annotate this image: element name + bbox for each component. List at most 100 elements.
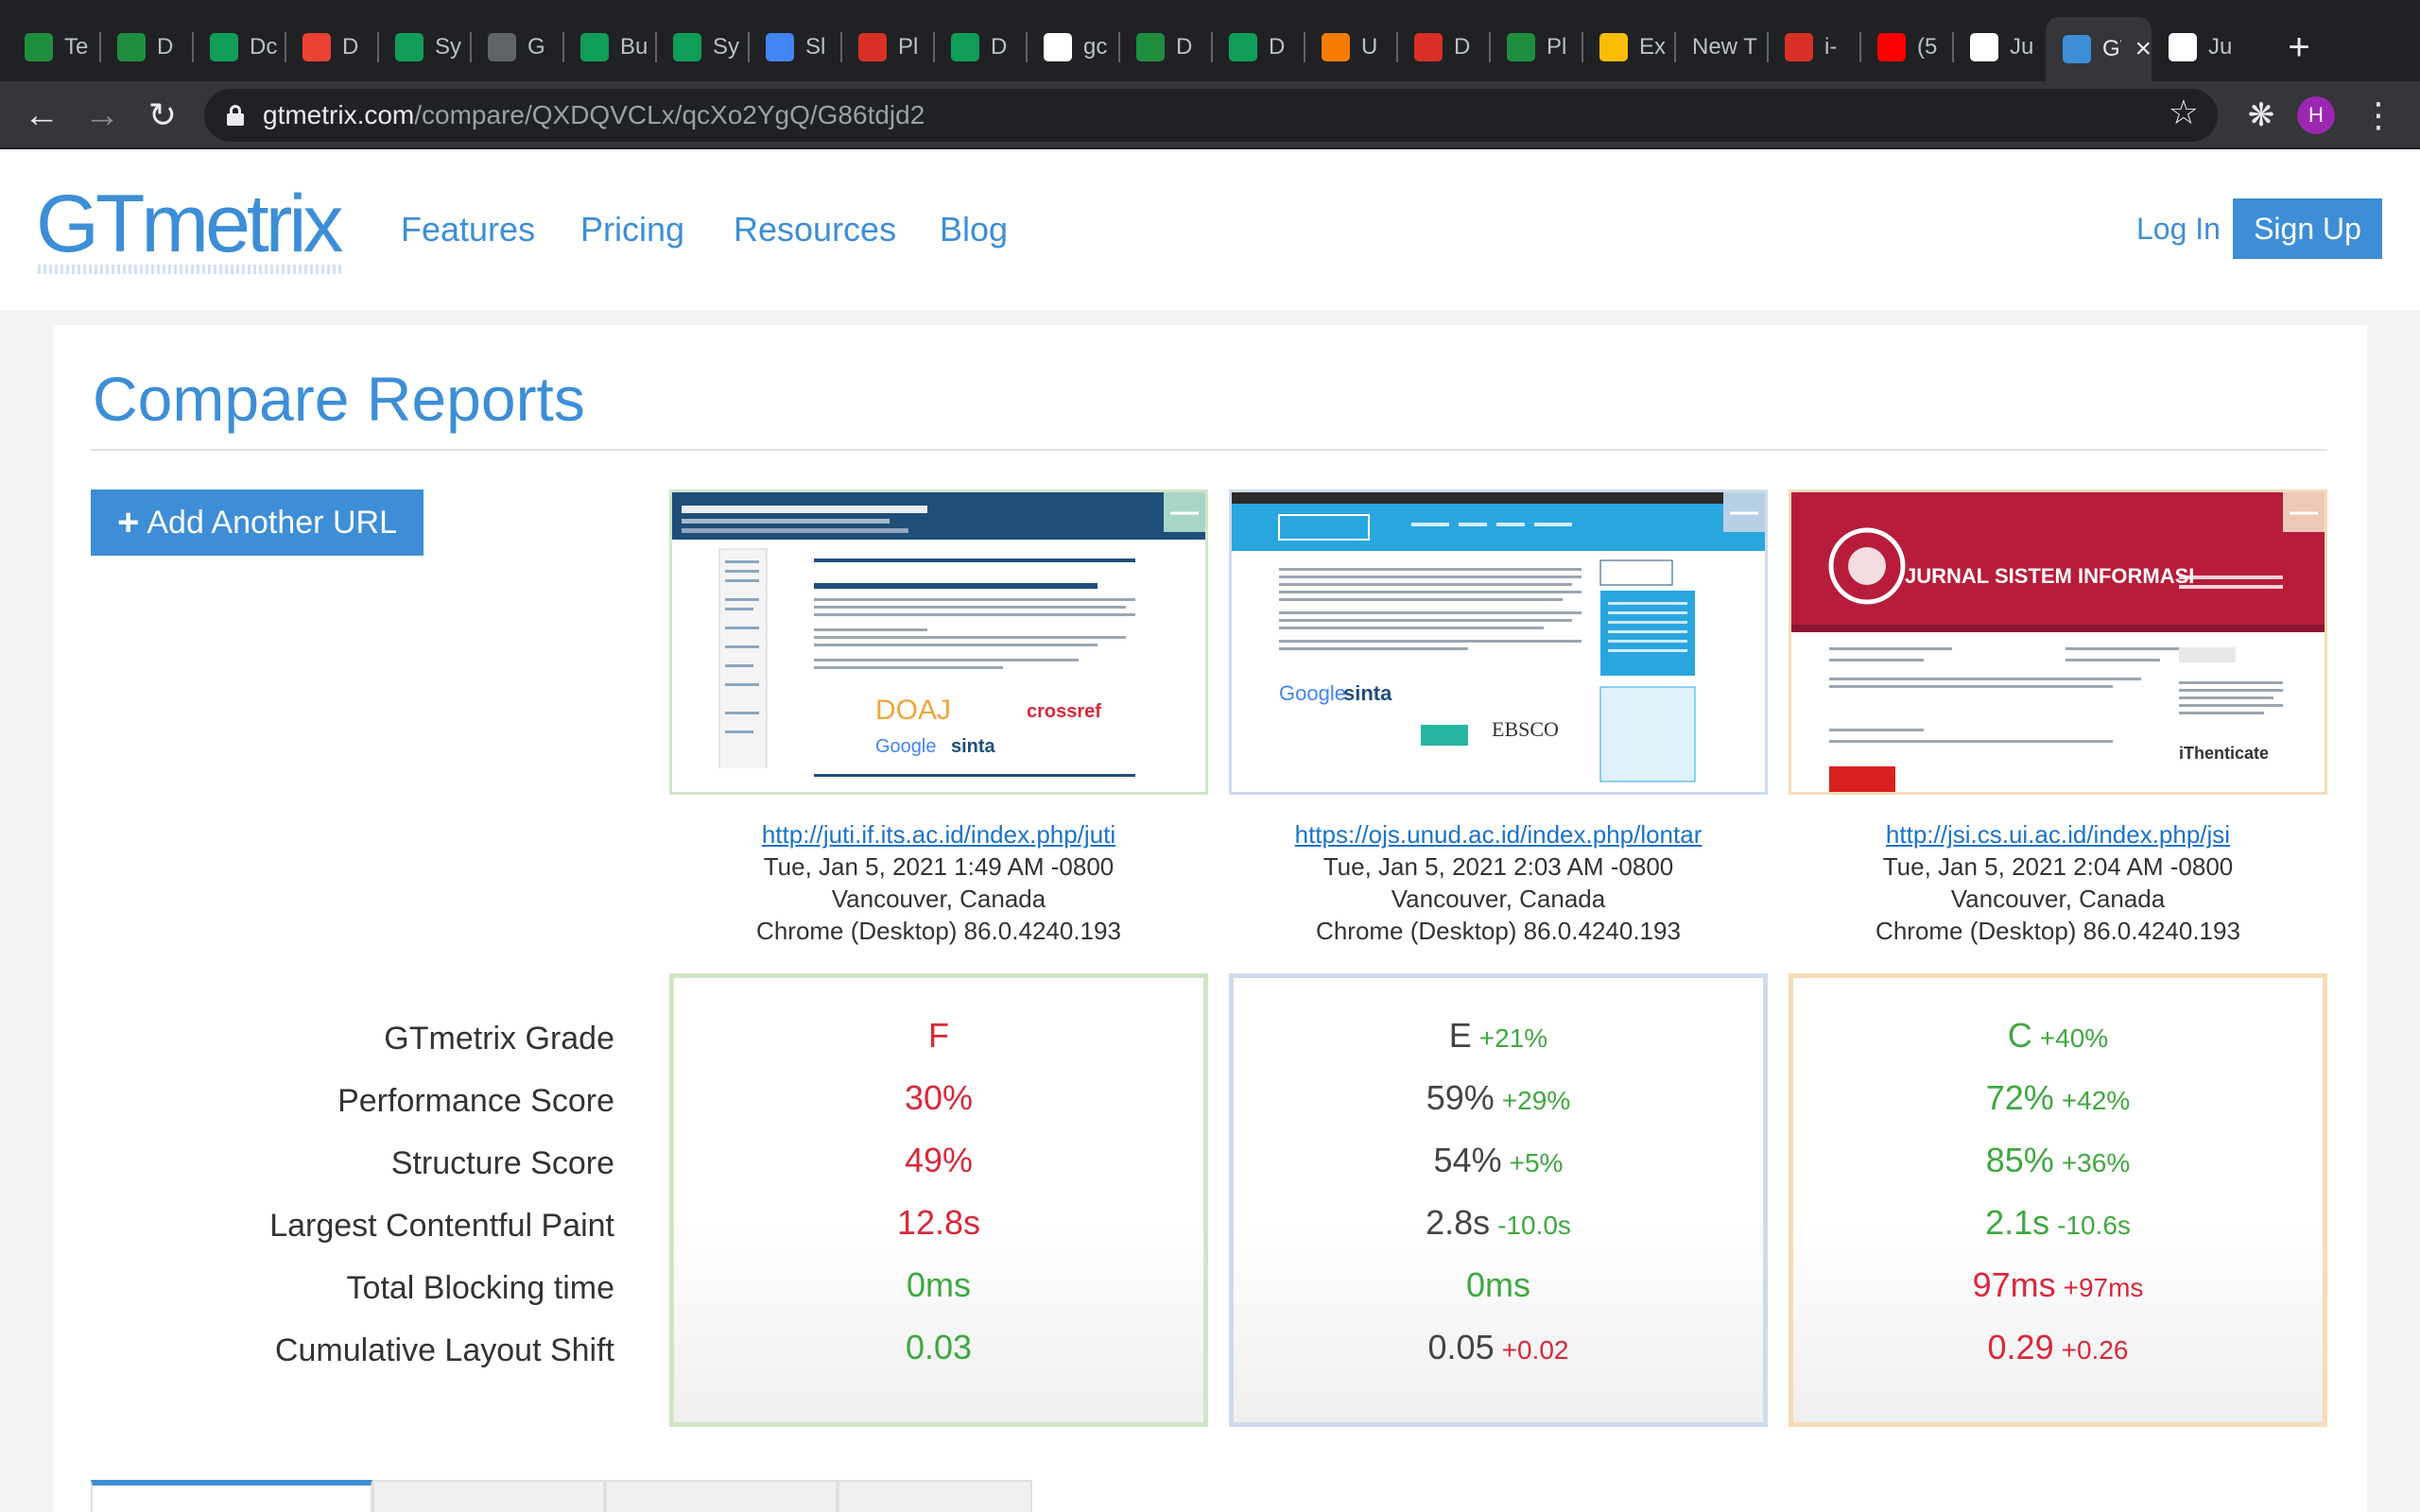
back-arrow-icon[interactable]: ← — [19, 93, 64, 138]
browser-tab[interactable]: i- — [1768, 19, 1860, 76]
browser-tab[interactable]: D — [1397, 19, 1490, 76]
report-location-2: Vancouver, Canada — [1391, 885, 1606, 913]
tab-structure[interactable] — [372, 1480, 605, 1512]
remove-report-2-icon[interactable]: — — [1723, 492, 1765, 532]
metric-value: 0.29 — [1987, 1328, 2054, 1366]
metric-value: F — [928, 1016, 949, 1055]
browser-tab[interactable]: Ex — [1582, 19, 1675, 76]
browser-tab-title: Pl — [1547, 34, 1567, 60]
nav-pricing[interactable]: Pricing — [580, 210, 684, 249]
browser-tab[interactable]: Bu — [563, 19, 656, 76]
signup-button[interactable]: Sign Up — [2233, 198, 2382, 259]
browser-tab[interactable]: Pl — [841, 19, 934, 76]
add-url-label: Add Another URL — [147, 504, 397, 541]
browser-tab[interactable]: D — [285, 19, 378, 76]
youtube-icon — [1877, 33, 1906, 61]
metric-value: C — [2007, 1016, 2032, 1055]
browser-tab[interactable]: gc — [1027, 19, 1119, 76]
browser-tab-title: GT — [2102, 36, 2121, 61]
report-thumbnail-3[interactable]: JURNAL SISTEM INFORMASI iThenticate — — [1789, 490, 2327, 795]
profile-avatar[interactable]: H — [2297, 96, 2335, 134]
metric-value: 54% — [1433, 1141, 1502, 1179]
report-thumbnail-1[interactable]: DOAJ crossref Google sinta — — [669, 490, 1208, 795]
score-panel-1: F 30% 49% 12.8s 0ms 0.03 — [669, 973, 1208, 1427]
browser-tab-title: D — [157, 34, 174, 60]
browser-tab[interactable]: Ju — [1953, 19, 2046, 76]
report-date-3: Tue, Jan 5, 2021 2:04 AM -0800 — [1882, 852, 2234, 881]
report-thumbnail-2[interactable]: Google sinta EBSCO — — [1229, 490, 1768, 795]
report-url-1[interactable]: http://juti.if.its.ac.id/index.php/juti — [669, 818, 1208, 850]
nav-blog[interactable]: Blog — [940, 210, 1008, 249]
browser-tab-title: D — [1176, 34, 1193, 60]
tab-waterfall[interactable] — [605, 1480, 838, 1512]
browser-tab-title: Sy — [435, 34, 462, 60]
browser-tab-title: Ex — [1639, 34, 1667, 60]
nav-features[interactable]: Features — [401, 210, 535, 249]
address-bar[interactable]: gtmetrix.com/compare/QXDQVCLx/qcXo2YgQ/G… — [204, 89, 2218, 142]
metric-delta: +29% — [1501, 1086, 1571, 1115]
new-tab-plus-icon[interactable]: + — [2276, 25, 2322, 70]
browser-tab-strip: Te D Dc D Sy G Bu Sy Sl Pl Dgc D D U D Pl Ex New T i- (5 Ju G… — [0, 0, 2420, 81]
close-tab-icon[interactable]: × — [2135, 33, 2152, 65]
extensions-puzzle-icon[interactable]: ❋ — [2238, 93, 2284, 138]
browser-tab[interactable]: Ju — [2152, 19, 2244, 76]
browser-tab-title: Dc — [250, 34, 278, 60]
browser-tab[interactable]: D — [934, 19, 1027, 76]
nav-resources[interactable]: Resources — [734, 210, 896, 249]
metric-cell: 0ms — [674, 1265, 1203, 1305]
site-header: GTmetrix Features Pricing Resources Blog… — [0, 149, 2420, 310]
bookmark-star-icon[interactable]: ☆ — [2169, 93, 2199, 132]
compare-reports-card: Compare Reports + Add Another URL DOAJ c… — [53, 325, 2367, 1512]
tab-performance[interactable] — [91, 1480, 372, 1512]
browser-tab-title: D — [991, 34, 1008, 60]
gtmetrix-logo[interactable]: GTmetrix — [36, 178, 344, 271]
metric-cell: 0ms — [1234, 1265, 1763, 1305]
browser-tab[interactable]: D — [1119, 19, 1212, 76]
metric-value: 0.03 — [905, 1328, 973, 1366]
add-another-url-button[interactable]: + Add Another URL — [91, 490, 424, 556]
remove-report-1-icon[interactable]: — — [1164, 492, 1205, 532]
browser-tab[interactable]: Dc — [193, 19, 285, 76]
metric-cell: 54% +5% — [1234, 1141, 1763, 1180]
report-location-1: Vancouver, Canada — [831, 885, 1046, 913]
browser-tab[interactable]: Sy — [378, 19, 471, 76]
google-drive-icon — [117, 33, 146, 61]
metric-value: 72% — [1985, 1078, 2054, 1117]
login-link[interactable]: Log In — [2136, 212, 2221, 247]
svg-text:iThenticate: iThenticate — [2179, 744, 2269, 763]
browser-tab[interactable]: D — [1212, 19, 1305, 76]
browser-tab[interactable]: Sy — [656, 19, 749, 76]
svg-text:EBSCO: EBSCO — [1492, 717, 1559, 741]
browser-tab[interactable]: GT × — [2046, 17, 2152, 81]
browser-tab[interactable]: New T — [1675, 19, 1768, 76]
browser-tab[interactable]: Pl — [1490, 19, 1582, 76]
browser-tab[interactable]: D — [100, 19, 193, 76]
browser-tab[interactable]: G — [471, 19, 563, 76]
browser-tab[interactable]: Te — [8, 19, 100, 76]
google-sheets-icon — [673, 33, 701, 61]
metric-cell: 72% +42% — [1793, 1078, 2323, 1118]
metric-label-grade: GTmetrix Grade — [384, 1021, 614, 1057]
metric-label-structure: Structure Score — [390, 1145, 614, 1181]
metric-value: 2.1s — [1985, 1203, 2050, 1242]
url-path: /compare/QXDQVCLx/qcXo2YgQ/G86tdjd2 — [414, 100, 925, 129]
browser-menu-icon[interactable]: ⋮ — [2356, 93, 2401, 138]
forward-arrow-icon[interactable]: → — [79, 93, 125, 138]
remove-report-3-icon[interactable]: — — [2283, 492, 2325, 532]
title-divider — [91, 449, 2327, 451]
score-panel-2: E +21% 59% +29% 54% +5% 2.8s -10.0s 0ms 0.05 +0.02 — [1229, 973, 1768, 1427]
metric-label-lcp: Largest Contentful Paint — [269, 1208, 614, 1244]
report-url-2[interactable]: https://ojs.unud.ac.id/index.php/lontar — [1229, 818, 1768, 850]
browser-toolbar: ← → ↻ gtmetrix.com/compare/QXDQVCLx/qcXo… — [0, 81, 2420, 149]
metric-cell: 2.1s -10.6s — [1793, 1203, 2323, 1243]
reload-icon[interactable]: ↻ — [140, 93, 185, 138]
metric-delta: +97ms — [2063, 1273, 2144, 1302]
browser-tab-title: G — [527, 34, 545, 60]
report-url-3[interactable]: http://jsi.cs.ui.ac.id/index.php/jsi — [1789, 818, 2327, 850]
tab-graphs[interactable] — [838, 1480, 1032, 1512]
plus-icon: + — [117, 501, 140, 543]
browser-tab[interactable]: (5 — [1860, 19, 1953, 76]
browser-tab[interactable]: Sl — [749, 19, 841, 76]
browser-tab[interactable]: U — [1305, 19, 1397, 76]
metric-value: 30% — [904, 1078, 974, 1117]
